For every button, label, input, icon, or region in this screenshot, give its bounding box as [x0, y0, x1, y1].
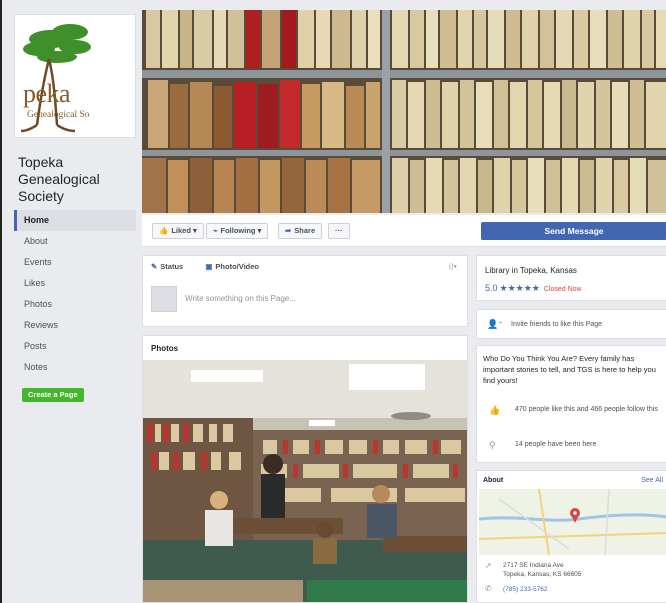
logo-wordmark: peka: [23, 79, 71, 108]
nav-item-posts[interactable]: Posts: [14, 336, 136, 357]
page-description-card: Who Do You Think You Are? Every family h…: [476, 345, 666, 463]
following-button[interactable]: ⌁ Following ▾: [206, 223, 269, 239]
logo-subtext: Genealogical So: [27, 110, 90, 120]
page-navigation: Home About Events Likes Photos Reviews P…: [14, 210, 136, 378]
nav-item-reviews[interactable]: Reviews: [14, 315, 136, 336]
invite-friends-card[interactable]: 👤⁺ Invite friends to like this Page: [476, 309, 666, 339]
location-arrow-icon: ➚: [485, 561, 492, 570]
composer-tabs: ✎ Status ▣ Photo/Video: [151, 262, 279, 276]
page-category[interactable]: Library in Topeka, Kansas: [485, 266, 577, 275]
thumbs-up-icon: 👍: [159, 226, 169, 235]
rss-icon: ⌁: [213, 226, 218, 235]
photo-video-label: Photo/Video: [215, 262, 260, 271]
pencil-icon: ✎: [151, 262, 158, 271]
nav-item-notes[interactable]: Notes: [14, 357, 136, 378]
location-map[interactable]: [479, 489, 666, 555]
photo-icon: ▣: [205, 262, 213, 271]
create-page-button[interactable]: Create a Page: [22, 388, 84, 402]
nav-item-photos[interactable]: Photos: [14, 294, 136, 315]
liked-button[interactable]: 👍 Liked ▾: [152, 223, 204, 239]
liked-label: Liked: [171, 226, 191, 235]
map-pin-icon: ⚲: [489, 440, 496, 450]
address[interactable]: 2717 SE Indiana Ave Topeka, Kansas, KS 6…: [503, 561, 581, 579]
share-label: Share: [294, 226, 316, 235]
about-location-card: About See All ➚ 2717 SE Indiana Ave Tope…: [476, 470, 666, 603]
rating-value: 5.0: [485, 283, 498, 293]
address-line-1: 2717 SE Indiana Ave: [503, 562, 564, 569]
address-line-2: Topeka, Kansas, KS 66605: [503, 571, 582, 578]
chevron-down-icon: ▾: [255, 226, 262, 235]
cover-photo[interactable]: [142, 10, 666, 213]
about-header: About: [483, 477, 504, 484]
status-tab[interactable]: ✎ Status: [151, 262, 193, 271]
share-arrow-icon: ➦: [285, 226, 292, 235]
more-options-button[interactable]: ···: [328, 223, 350, 239]
photos-section: Photos: [142, 335, 468, 603]
phone-icon: ✆: [485, 584, 492, 593]
library-reading-room-photo[interactable]: [143, 360, 468, 603]
page-profile-logo[interactable]: peka Genealogical So: [14, 14, 136, 138]
visits-text[interactable]: 14 people have been here: [515, 440, 665, 450]
page-title[interactable]: Topeka Genealogical Society: [18, 154, 136, 205]
page-description: Who Do You Think You Are? Every family h…: [483, 354, 656, 385]
cover-photo-image: [142, 10, 666, 213]
composer-options-icon[interactable]: ⌷▾: [449, 262, 457, 272]
nav-item-events[interactable]: Events: [14, 252, 136, 273]
invite-friends-link[interactable]: Invite friends to like this Page: [511, 321, 602, 328]
post-composer: ✎ Status ▣ Photo/Video ⌷▾ Write something …: [142, 255, 468, 327]
star-rating-icons: ★★★★★: [499, 283, 540, 293]
likes-text[interactable]: 470 people like this and 466 people foll…: [515, 405, 665, 415]
send-message-button[interactable]: Send Message: [481, 222, 666, 240]
composer-input[interactable]: Write something on this Page...: [185, 294, 296, 303]
share-button[interactable]: ➦ Share: [278, 223, 323, 239]
nav-item-about[interactable]: About: [14, 231, 136, 252]
open-status: Closed Now: [543, 286, 582, 293]
add-person-icon: 👤⁺: [487, 319, 503, 329]
nav-item-likes[interactable]: Likes: [14, 273, 136, 294]
chevron-down-icon: ▾: [190, 226, 197, 235]
facebook-page-window: peka Genealogical So Topeka Genealogical…: [0, 0, 666, 603]
thumbs-up-icon: 👍: [489, 405, 501, 415]
photo-video-tab[interactable]: ▣ Photo/Video: [205, 262, 269, 271]
see-all-link[interactable]: See All: [641, 477, 663, 484]
following-label: Following: [220, 226, 256, 235]
phone-number[interactable]: (785) 233-5762: [503, 586, 547, 593]
photos-header[interactable]: Photos: [151, 344, 178, 353]
rating-row[interactable]: 5.0 ★★★★★ Closed Now: [485, 283, 582, 294]
nav-item-home[interactable]: Home: [14, 210, 136, 231]
page-action-bar: 👍 Liked ▾ ⌁ Following ▾ ➦ Share ··· Send Me…: [142, 215, 666, 247]
page-info-card: Library in Topeka, Kansas 5.0 ★★★★★ Closed…: [476, 255, 666, 301]
left-sidebar: peka Genealogical So Topeka Genealogical…: [14, 14, 136, 603]
avatar: [151, 286, 177, 312]
status-label: Status: [160, 262, 184, 271]
